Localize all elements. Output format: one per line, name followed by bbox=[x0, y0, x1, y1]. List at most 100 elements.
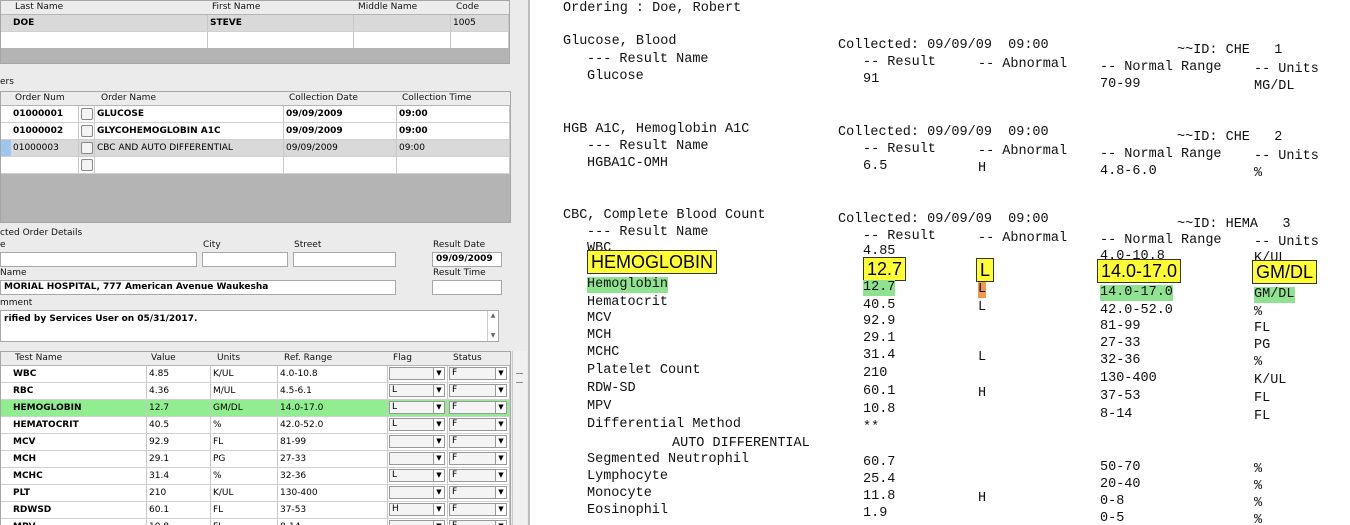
flag-dropdown[interactable]: L ▼ bbox=[389, 418, 445, 431]
order-num: 01000003 bbox=[11, 140, 79, 156]
report-units: FL bbox=[1254, 321, 1271, 336]
flag-dropdown[interactable]: ▼ bbox=[389, 435, 445, 448]
status-dropdown[interactable]: F▼ bbox=[449, 503, 507, 516]
status-dropdown[interactable]: F▼ bbox=[449, 520, 507, 525]
order-row[interactable]: 01000002 GLYCOHEMOGLOBIN A1C 09/09/2009 … bbox=[1, 123, 510, 140]
city-input[interactable] bbox=[202, 252, 288, 267]
chevron-down-icon[interactable]: ▼ bbox=[433, 521, 444, 525]
order-date: 09/09/2009 bbox=[284, 140, 397, 156]
report-result: 1.9 bbox=[863, 506, 888, 521]
chevron-down-icon[interactable]: ▼ bbox=[433, 470, 444, 481]
comment-label: mment bbox=[0, 298, 33, 308]
report-normal-range: 32-36 bbox=[1100, 353, 1141, 368]
result-row[interactable]: WBC 4.85 K/UL 4.0-10.8 ▼ F ▼ bbox=[1, 366, 510, 383]
result-row[interactable]: MCH 29.1 PG 27-33 ▼ F ▼ bbox=[1, 451, 510, 468]
chevron-down-icon[interactable]: ▼ bbox=[495, 436, 506, 447]
status-dropdown[interactable]: F▼ bbox=[449, 435, 507, 448]
status-dropdown[interactable]: F▼ bbox=[449, 384, 507, 397]
middle-name-cell[interactable] bbox=[354, 15, 451, 31]
result-row[interactable]: PLT 210 K/UL 130-400 ▼ F ▼ bbox=[1, 485, 510, 502]
flag-dropdown[interactable]: ▼ bbox=[389, 486, 445, 499]
order-row[interactable]: 01000001 GLUCOSE 09/09/2009 09:00 bbox=[1, 106, 510, 123]
result-date-input[interactable]: 09/09/2009 bbox=[432, 252, 502, 267]
report-units: FL bbox=[1254, 409, 1271, 424]
chevron-down-icon[interactable]: ▼ bbox=[433, 453, 444, 464]
report-result: 60.7 bbox=[863, 455, 896, 470]
flag-value: L bbox=[392, 402, 398, 412]
result-row[interactable]: HEMATOCRIT 40.5% 42.0-52.0 L ▼ F ▼ bbox=[1, 417, 510, 434]
highlight-test-name: HEMOGLOBIN bbox=[587, 250, 718, 274]
status-dropdown[interactable]: F▼ bbox=[449, 401, 507, 414]
order-checkbox[interactable] bbox=[81, 108, 93, 120]
patient-row[interactable]: DOE STEVE 1005 bbox=[1, 15, 509, 32]
s2-col-abnormal: -- Abnormal bbox=[978, 144, 1068, 159]
result-row[interactable]: MCHC 31.4% 32-36 L ▼ F ▼ bbox=[1, 468, 510, 485]
order-checkbox[interactable] bbox=[81, 159, 93, 171]
chevron-down-icon[interactable]: ▼ bbox=[495, 521, 506, 525]
status-value: F bbox=[452, 487, 458, 497]
scroll-grip-icon[interactable] bbox=[516, 373, 523, 383]
chevron-down-icon[interactable]: ▼ bbox=[495, 487, 506, 498]
flag-dropdown[interactable]: ▼ bbox=[389, 367, 445, 380]
result-row[interactable]: MPV10.8FL8-14▼F▼ bbox=[1, 519, 510, 525]
chevron-down-icon[interactable]: ▼ bbox=[433, 385, 444, 396]
flag-dropdown[interactable]: ▼ bbox=[389, 452, 445, 465]
order-name: GLYCOHEMOGLOBIN A1C bbox=[95, 123, 284, 139]
last-name-cell[interactable]: DOE bbox=[11, 15, 208, 31]
result-row[interactable]: RDWSD 60.1 FL 37-53 H ▼ F ▼ bbox=[1, 502, 510, 519]
comment-scrollbar[interactable]: ▲ ▼ bbox=[487, 311, 498, 341]
chevron-down-icon[interactable]: ▼ bbox=[495, 453, 506, 464]
chevron-down-icon[interactable]: ▼ bbox=[433, 419, 444, 430]
result-time-label: Result Time bbox=[433, 268, 486, 278]
status-dropdown[interactable]: F▼ bbox=[449, 418, 507, 431]
chevron-down-icon[interactable]: ▼ bbox=[495, 504, 506, 515]
chevron-down-icon[interactable]: ▼ bbox=[433, 368, 444, 379]
order-checkbox[interactable] bbox=[81, 142, 93, 154]
result-units: FL bbox=[211, 519, 278, 525]
s2-col-units: -- Units bbox=[1254, 149, 1319, 164]
flag-dropdown[interactable]: L ▼ bbox=[389, 401, 445, 414]
result-time-input[interactable] bbox=[432, 280, 502, 295]
results-scrollbar[interactable] bbox=[512, 351, 527, 525]
order-checkbox[interactable] bbox=[81, 125, 93, 137]
first-name-cell[interactable]: STEVE bbox=[208, 15, 354, 31]
patient-grid: Last Name First Name Middle Name Code DO… bbox=[0, 0, 510, 64]
flag-dropdown[interactable]: L ▼ bbox=[389, 469, 445, 482]
report-units: % bbox=[1254, 479, 1263, 494]
result-row[interactable]: MCV 92.9 FL 81-99 ▼ F ▼ bbox=[1, 434, 510, 451]
result-row[interactable]: RBC 4.36 M/UL 4.5-6.1 L ▼ F ▼ bbox=[1, 383, 510, 400]
code-cell[interactable]: 1005 bbox=[451, 15, 509, 31]
chevron-down-icon[interactable]: ▼ bbox=[433, 487, 444, 498]
chevron-down-icon[interactable]: ▼ bbox=[433, 402, 444, 413]
result-units: M/UL bbox=[211, 383, 278, 399]
hospital-input[interactable]: MORIAL HOSPITAL, 777 American Avenue Wau… bbox=[0, 280, 396, 295]
flag-value: H bbox=[392, 504, 399, 514]
flag-dropdown[interactable]: L ▼ bbox=[389, 384, 445, 397]
street-input[interactable] bbox=[293, 252, 396, 267]
result-value: 31.4 bbox=[147, 468, 211, 484]
chevron-down-icon[interactable]: ▼ bbox=[495, 402, 506, 413]
status-dropdown[interactable]: F▼ bbox=[449, 452, 507, 465]
col-middle-name: Middle Name bbox=[358, 2, 418, 12]
chevron-down-icon[interactable]: ▼ bbox=[495, 419, 506, 430]
patient-empty-row[interactable] bbox=[1, 32, 509, 49]
order-empty-row[interactable] bbox=[1, 157, 510, 174]
chevron-down-icon[interactable]: ▼ bbox=[495, 368, 506, 379]
chevron-down-icon[interactable]: ▼ bbox=[433, 436, 444, 447]
status-dropdown[interactable]: F▼ bbox=[449, 486, 507, 499]
chevron-down-icon[interactable]: ▼ bbox=[495, 385, 506, 396]
flag-dropdown[interactable]: H ▼ bbox=[389, 503, 445, 516]
flag-dropdown[interactable]: ▼ bbox=[389, 520, 445, 525]
order-row-selected[interactable]: 01000003 CBC AND AUTO DIFFERENTIAL 09/09… bbox=[1, 140, 510, 157]
status-dropdown[interactable]: F▼ bbox=[449, 367, 507, 380]
flag-value: L bbox=[392, 470, 398, 480]
result-row[interactable]: HEMOGLOBIN 12.7 GM/DL 14.0-17.0 L ▼ F ▼ bbox=[1, 400, 510, 417]
comment-textarea[interactable]: rified by Services User on 05/31/2017. ▲… bbox=[0, 310, 499, 342]
chevron-down-icon[interactable]: ▼ bbox=[433, 504, 444, 515]
status-dropdown[interactable]: F▼ bbox=[449, 469, 507, 482]
order-time: 09:00 bbox=[397, 106, 510, 122]
report-result: 210 bbox=[863, 366, 888, 381]
chevron-down-icon[interactable]: ▼ bbox=[495, 470, 506, 481]
field-input[interactable] bbox=[0, 252, 197, 267]
s2-range: 4.8-6.0 bbox=[1100, 164, 1157, 179]
